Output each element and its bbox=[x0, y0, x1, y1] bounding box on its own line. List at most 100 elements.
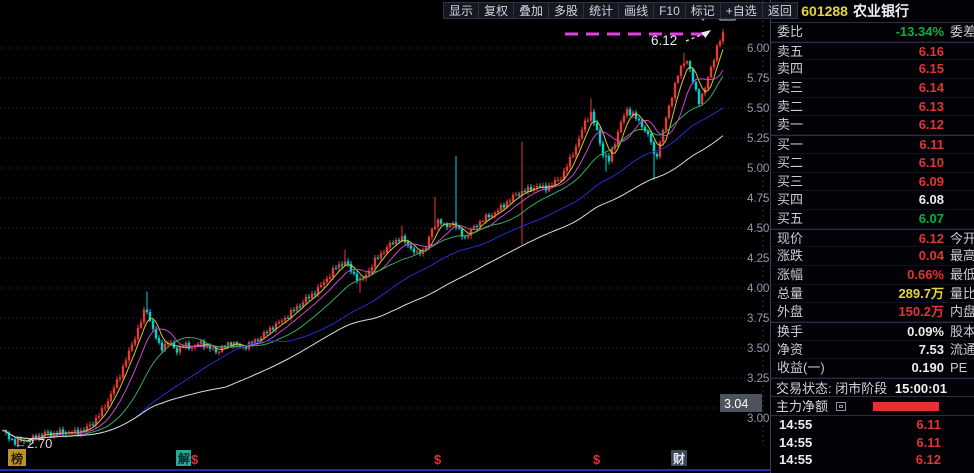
trading-app-window: 6.005.755.505.255.004.754.504.254.003.75… bbox=[0, 0, 974, 473]
y-axis-label: 5.25 bbox=[747, 133, 769, 145]
quote-value: 6.11 bbox=[841, 136, 944, 155]
toolbar-button-4[interactable]: 多股 bbox=[549, 2, 584, 19]
quote-label: 卖五 bbox=[777, 43, 803, 62]
y-axis-label: 5.75 bbox=[747, 73, 769, 85]
quote-value: 6.10 bbox=[841, 154, 944, 173]
tick-time: 14:55 bbox=[779, 469, 812, 473]
quote-row-委比: 委比-13.34%委差 bbox=[771, 23, 974, 42]
quote-label: 涨幅 bbox=[777, 266, 803, 285]
chart-toolbar: 显示复权叠加多股统计画线F10标记+自选返回 bbox=[443, 2, 798, 19]
kline-chart-region[interactable]: 6.005.755.505.255.004.754.504.254.003.75… bbox=[0, 0, 770, 473]
quote-value: 0.04 bbox=[841, 247, 944, 266]
quote-row-买一[interactable]: 买一 6.11 bbox=[771, 135, 974, 154]
ma-line-45 bbox=[3, 108, 723, 439]
quote-row-换手: 换手0.09%股本 bbox=[771, 322, 974, 341]
quote-label-secondary: 今开 bbox=[950, 230, 974, 249]
quote-value: 6.13 bbox=[841, 98, 944, 117]
event-marker-dividend[interactable]: $ bbox=[191, 452, 199, 467]
quote-label: 买一 bbox=[777, 136, 803, 155]
quote-label: 买三 bbox=[777, 173, 803, 192]
quote-label: 总量 bbox=[777, 285, 803, 304]
quote-value: 6.08 bbox=[841, 191, 944, 210]
detail-icon[interactable] bbox=[836, 402, 846, 411]
quote-row-买三[interactable]: 买三 6.09 bbox=[771, 173, 974, 192]
y-axis-label: 3.75 bbox=[747, 313, 769, 325]
quote-row-涨幅: 涨幅0.66%最低 bbox=[771, 266, 974, 285]
quote-value: 6.12 bbox=[841, 230, 944, 249]
quote-label: 卖四 bbox=[777, 60, 803, 79]
quote-value: 0.09% bbox=[841, 323, 944, 342]
quote-row-卖五[interactable]: 卖五6.16 bbox=[771, 42, 974, 61]
toolbar-button-5[interactable]: 统计 bbox=[584, 2, 619, 19]
kline-chart[interactable]: 6.005.755.505.255.004.754.504.254.003.75… bbox=[0, 0, 770, 473]
tick-time: 14:55 bbox=[779, 416, 812, 434]
quote-value: 289.7万 bbox=[841, 285, 944, 304]
event-marker-dividend[interactable]: $ bbox=[434, 452, 442, 467]
quote-row-净资: 净资7.53流通 bbox=[771, 341, 974, 360]
y-axis-label: 5.50 bbox=[747, 103, 769, 115]
trade-status-time: 15:00:01 bbox=[895, 381, 947, 396]
toolbar-button-1[interactable]: 显示 bbox=[443, 2, 479, 19]
quote-row-总量: 总量289.7万量比 bbox=[771, 285, 974, 304]
svg-text:财: 财 bbox=[672, 451, 685, 466]
quote-row-买二[interactable]: 买二6.10 bbox=[771, 154, 974, 173]
quote-value: 6.15 bbox=[841, 60, 944, 79]
toolbar-button-2[interactable]: 复权 bbox=[479, 2, 514, 19]
quote-row-卖四[interactable]: 卖四 6.15 bbox=[771, 60, 974, 79]
main-force-bar bbox=[873, 402, 939, 411]
y-axis-label: 4.00 bbox=[747, 283, 769, 295]
toolbar-button-3[interactable]: 叠加 bbox=[514, 2, 549, 19]
quote-label: 收益(一) bbox=[777, 359, 825, 378]
quote-label-secondary: 最高 bbox=[950, 247, 974, 266]
tick-time: 14:55 bbox=[779, 434, 812, 452]
quote-value: 7.53 bbox=[841, 341, 944, 360]
y-axis-label: 4.50 bbox=[747, 223, 769, 235]
tick-row[interactable]: 14:556.11 bbox=[771, 434, 974, 452]
toolbar-button-10[interactable]: 返回 bbox=[763, 2, 798, 19]
event-marker-dividend[interactable]: $ bbox=[593, 452, 601, 467]
quote-row-卖三[interactable]: 卖三6.14 bbox=[771, 79, 974, 98]
quote-value: 0.190 bbox=[841, 359, 944, 378]
stock-code: 601288 bbox=[801, 3, 848, 19]
quote-label: 外盘 bbox=[777, 303, 803, 322]
quote-row-卖二[interactable]: 卖二6.13 bbox=[771, 98, 974, 117]
y-axis-label: 4.25 bbox=[747, 253, 769, 265]
trade-status-label: 交易状态: bbox=[776, 381, 832, 396]
quote-label: 买四 bbox=[777, 191, 803, 210]
quote-panel: L R300 601288 农业银行 委比-13.34%委差卖五6.16卖四6.… bbox=[770, 0, 974, 473]
y-axis-label: 3.25 bbox=[747, 373, 769, 385]
toolbar-button-6[interactable]: 画线 bbox=[619, 2, 654, 19]
main-force-label: 主力净额 bbox=[776, 399, 828, 414]
toolbar-button-8[interactable]: 标记 bbox=[686, 2, 721, 19]
quote-label-secondary: 最低 bbox=[950, 266, 974, 285]
candles-and-mas bbox=[2, 29, 724, 448]
event-marker-report[interactable]: 财 bbox=[671, 450, 687, 466]
quote-row-卖一[interactable]: 卖一6.12 bbox=[771, 116, 974, 135]
quote-value: 150.2万 bbox=[841, 303, 944, 322]
axis-price-tag-label: 3.04 bbox=[724, 397, 748, 411]
quote-row-买五[interactable]: 买五6.07 bbox=[771, 210, 974, 229]
quote-label: 现价 bbox=[777, 230, 803, 249]
tick-row[interactable]: 14:556.12 bbox=[771, 451, 974, 469]
quote-label: 卖一 bbox=[777, 116, 803, 135]
tick-price: 6.11 bbox=[841, 416, 941, 434]
ma-line-10 bbox=[3, 70, 723, 440]
toolbar-button-7[interactable]: F10 bbox=[654, 2, 686, 19]
tick-list[interactable]: 14:556.1114:556.1114:556.1214:556.11 bbox=[771, 416, 974, 473]
tick-row[interactable]: 14:556.11 bbox=[771, 469, 974, 473]
toolbar-button-9[interactable]: +自选 bbox=[721, 2, 763, 19]
quote-value: 6.09 bbox=[841, 173, 944, 192]
tick-row[interactable]: 14:55 6.11 bbox=[771, 416, 974, 434]
main-force-row[interactable]: 主力净额 bbox=[771, 397, 974, 416]
quote-row-买四[interactable]: 买四 6.08 bbox=[771, 191, 974, 210]
y-axis-label: 3.50 bbox=[747, 343, 769, 355]
quote-row-现价: 现价 6.12 今开 bbox=[771, 229, 974, 248]
annotation-arrow-head bbox=[701, 30, 711, 38]
tick-price: 6.12 bbox=[841, 451, 941, 469]
event-marker-rank[interactable]: 榜 bbox=[8, 449, 26, 466]
y-axis-label: 6.00 bbox=[747, 43, 769, 55]
quote-row-外盘: 外盘150.2万内盘 bbox=[771, 303, 974, 322]
svg-text:榜: 榜 bbox=[11, 451, 23, 466]
event-marker-unlock[interactable]: 解 bbox=[176, 450, 191, 466]
quote-label-secondary: 股本 bbox=[950, 323, 974, 342]
